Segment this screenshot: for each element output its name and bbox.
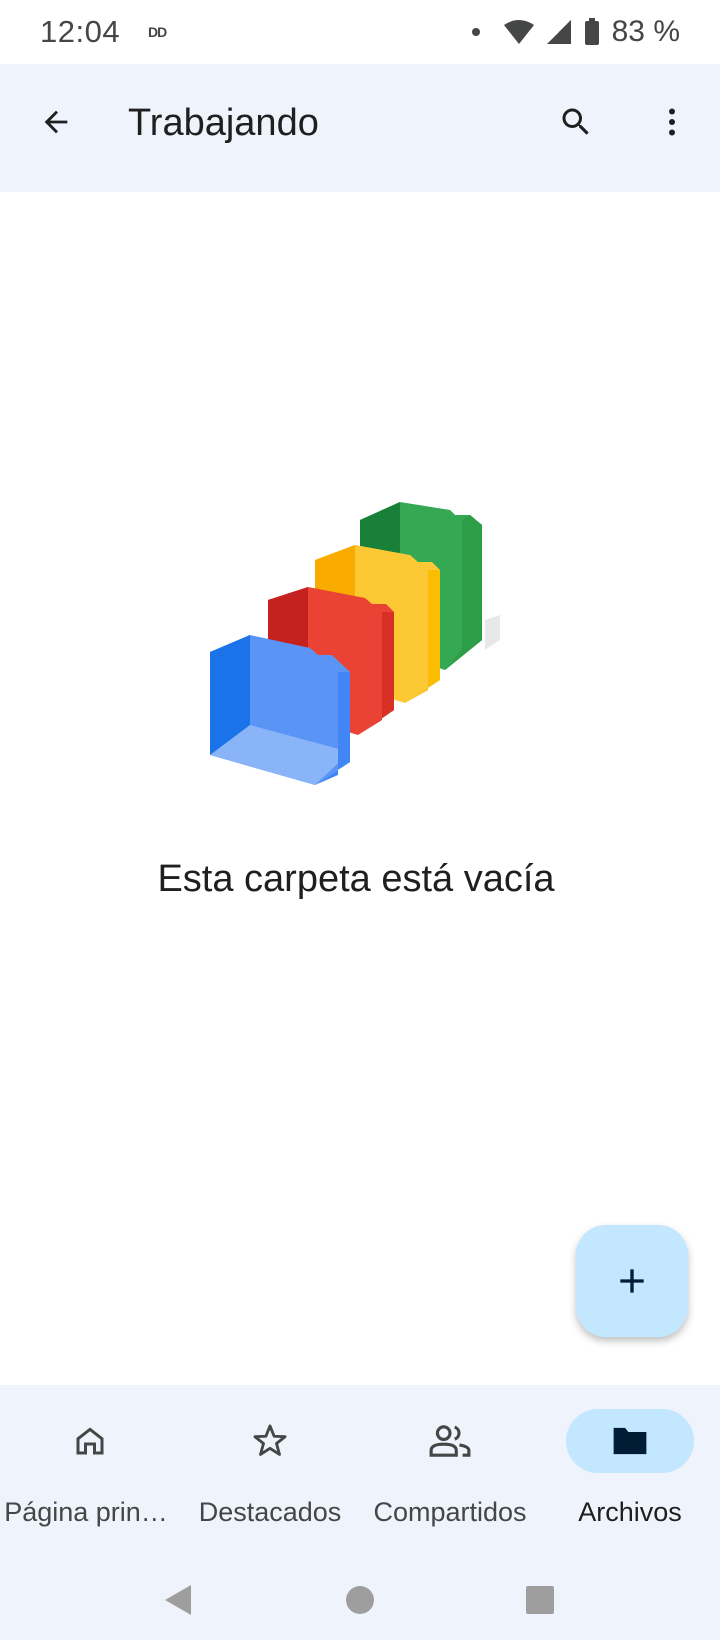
- system-back-button[interactable]: [150, 1572, 206, 1628]
- nav-label: Archivos: [578, 1497, 682, 1527]
- people-icon: [429, 1425, 471, 1457]
- signal-icon: [546, 20, 571, 44]
- nav-label: Destacados: [198, 1497, 342, 1527]
- plus-icon: [620, 1269, 644, 1293]
- search-button[interactable]: [548, 94, 604, 150]
- new-item-fab[interactable]: [576, 1225, 688, 1337]
- battery-icon: [584, 18, 599, 45]
- nav-icon-container: [386, 1409, 514, 1473]
- nav-label: Compartidos: [373, 1497, 527, 1527]
- nav-item-home[interactable]: Página prin…: [0, 1385, 180, 1527]
- system-recents-button[interactable]: [512, 1572, 568, 1628]
- wifi-icon: [503, 20, 534, 44]
- circle-home-icon: [346, 1586, 374, 1614]
- more-options-button[interactable]: [644, 94, 700, 150]
- back-button[interactable]: [28, 94, 84, 150]
- nav-item-starred[interactable]: Destacados: [180, 1385, 360, 1527]
- arrow-back-icon: [44, 110, 68, 134]
- folder-icon: [613, 1427, 647, 1455]
- square-recents-icon: [526, 1586, 554, 1614]
- nav-icon-container: [206, 1409, 334, 1473]
- nav-icon-container: [566, 1409, 694, 1473]
- empty-state-message: Esta carpeta está vacía: [157, 858, 555, 900]
- status-bar: 12:04 DD 83 %: [0, 0, 720, 64]
- status-time: 12:04: [40, 14, 121, 49]
- notification-dot-icon: [471, 28, 480, 36]
- nav-item-shared[interactable]: Compartidos: [360, 1385, 540, 1527]
- page-title: Trabajando: [128, 102, 319, 144]
- system-home-button[interactable]: [332, 1572, 388, 1628]
- triangle-back-icon: [165, 1585, 191, 1615]
- battery-percentage: 83 %: [611, 15, 680, 48]
- status-indicators: 83 %: [471, 12, 680, 52]
- empty-folder-illustration: [210, 502, 500, 785]
- blue-folder-shape: [210, 635, 350, 785]
- star-icon: [253, 1424, 287, 1456]
- notification-icon: DD: [148, 24, 167, 40]
- system-navigation-bar: [0, 1560, 720, 1640]
- nav-icon-container: [26, 1409, 154, 1473]
- more-vert-icon: [669, 108, 675, 136]
- nav-item-files[interactable]: Archivos: [540, 1385, 720, 1527]
- search-icon: [562, 108, 589, 135]
- top-app-bar: Trabajando: [0, 64, 720, 192]
- home-icon: [76, 1427, 104, 1455]
- nav-label: Página prin…: [4, 1497, 168, 1527]
